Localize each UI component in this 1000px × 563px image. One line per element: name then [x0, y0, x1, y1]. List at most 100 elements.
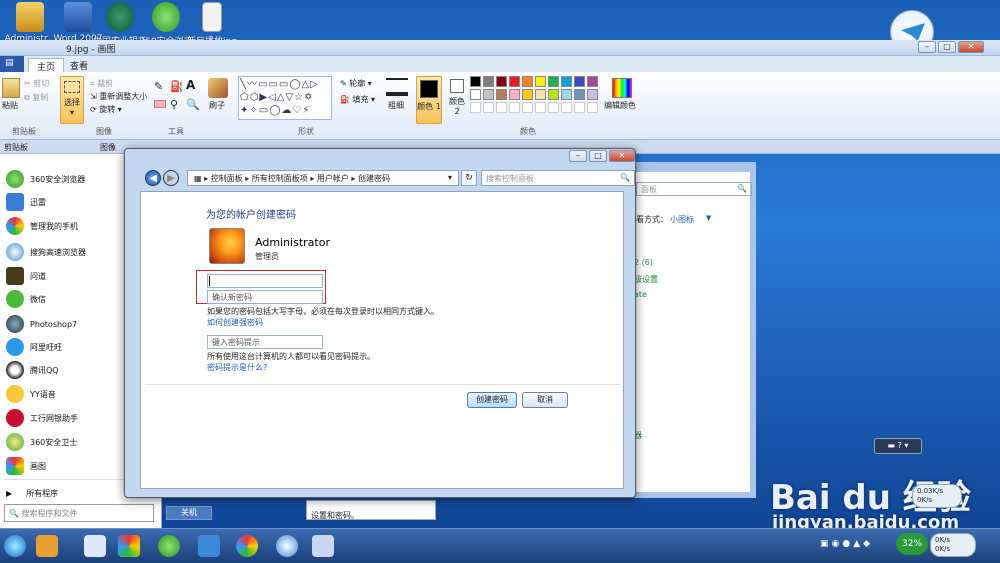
- list-icon[interactable]: [84, 535, 106, 557]
- empty-color-slot[interactable]: [509, 102, 520, 113]
- color-swatch[interactable]: [470, 89, 481, 100]
- color-swatch[interactable]: [535, 89, 546, 100]
- edit-colors-icon[interactable]: [612, 78, 632, 98]
- tray-icons[interactable]: ▣◉●▲◆: [820, 539, 890, 553]
- breadcrumb-create-password[interactable]: 创建密码: [358, 174, 390, 183]
- floating-toolbar[interactable]: ▬ ? ▾: [874, 438, 922, 454]
- resize-button[interactable]: ⇲ 重新调整大小: [90, 91, 147, 102]
- create-password-button[interactable]: 创建密码: [467, 392, 517, 408]
- color-swatch[interactable]: [574, 89, 585, 100]
- close-button[interactable]: ✕: [609, 150, 635, 162]
- close-button[interactable]: ✕: [958, 41, 984, 53]
- color-picker-icon[interactable]: ⚲: [170, 98, 178, 111]
- strong-password-link[interactable]: 如何创建强密码: [207, 317, 263, 328]
- color-swatch[interactable]: [483, 89, 494, 100]
- new-password-field[interactable]: [207, 274, 323, 288]
- fill-icon[interactable]: ⛽: [170, 80, 184, 93]
- outline-button[interactable]: ✎ 轮廓 ▾: [340, 78, 372, 89]
- net-percent-badge[interactable]: 32%: [896, 533, 928, 555]
- net-speed-tray[interactable]: 0K/s 0K/s: [930, 533, 976, 557]
- color2-button[interactable]: 颜色 2: [446, 76, 468, 124]
- start-orb-icon[interactable]: [4, 535, 26, 557]
- color-swatch[interactable]: [483, 76, 494, 87]
- empty-color-slot[interactable]: [496, 102, 507, 113]
- color-swatch[interactable]: [522, 89, 533, 100]
- breadcrumb-user-accounts[interactable]: 用户帐户: [317, 174, 349, 183]
- sogou-icon[interactable]: [276, 535, 298, 557]
- color-swatch[interactable]: [496, 89, 507, 100]
- paste-button[interactable]: 粘贴: [2, 100, 18, 111]
- password-hint-link[interactable]: 密码提示是什么?: [207, 362, 267, 373]
- size-button[interactable]: 粗细: [388, 100, 404, 111]
- file-menu-button[interactable]: ▤: [0, 56, 24, 72]
- maximize-button[interactable]: □: [938, 41, 956, 53]
- qq-pet-icon[interactable]: [36, 535, 58, 557]
- tab-view[interactable]: 查看: [62, 58, 96, 73]
- brush-icon[interactable]: [208, 78, 228, 98]
- empty-color-slot[interactable]: [522, 102, 533, 113]
- text-icon[interactable]: A: [186, 78, 195, 92]
- color1-button[interactable]: 颜色 1: [416, 76, 442, 124]
- start-search-input[interactable]: 🔍 搜索程序和文件: [4, 504, 154, 522]
- phone-manager-icon[interactable]: [236, 535, 258, 557]
- color-swatch[interactable]: [509, 76, 520, 87]
- fill-button[interactable]: ⛽ 填充 ▾: [340, 94, 375, 105]
- cancel-button[interactable]: 取消: [522, 392, 568, 408]
- control-panel-search-input[interactable]: 搜索控制面板 🔍: [481, 170, 635, 186]
- grid-icon[interactable]: [118, 535, 140, 557]
- empty-color-slot[interactable]: [470, 102, 481, 113]
- color-swatch[interactable]: [587, 89, 598, 100]
- select-button[interactable]: 选择 ▾: [60, 76, 84, 124]
- edit-colors-button[interactable]: 编辑颜色: [604, 100, 636, 111]
- color-swatch[interactable]: [548, 76, 559, 87]
- control-panel-icon[interactable]: [312, 535, 334, 557]
- empty-color-slot[interactable]: [535, 102, 546, 113]
- color-swatch[interactable]: [470, 76, 481, 87]
- color-swatch[interactable]: [535, 76, 546, 87]
- color-swatch[interactable]: [548, 89, 559, 100]
- empty-color-slot[interactable]: [574, 102, 585, 113]
- empty-color-slot[interactable]: [561, 102, 572, 113]
- color-swatch[interactable]: [587, 76, 598, 87]
- crop-button[interactable]: ⌗ 裁剪: [90, 78, 113, 89]
- bg-search-box[interactable]: 面板 🔍: [636, 182, 752, 196]
- chevron-down-icon[interactable]: ▾: [448, 173, 452, 182]
- breadcrumb-control-panel[interactable]: 控制面板: [211, 174, 243, 183]
- shutdown-button[interactable]: 关机: [166, 506, 212, 520]
- empty-color-slot[interactable]: [587, 102, 598, 113]
- magnifier-icon[interactable]: 🔍: [186, 98, 200, 111]
- copy-button[interactable]: ⧉ 复制: [24, 92, 48, 103]
- color-swatch[interactable]: [574, 76, 585, 87]
- maximize-button[interactable]: □: [589, 150, 607, 162]
- browser-icon[interactable]: [158, 535, 180, 557]
- rotate-button[interactable]: ⟳ 旋转 ▾: [90, 104, 122, 115]
- paste-icon[interactable]: [2, 78, 20, 98]
- view-by-dropdown[interactable]: 小图标: [670, 214, 694, 225]
- address-bar[interactable]: ▦ ▸ 控制面板 ▸ 所有控制面板项 ▸ 用户帐户 ▸ 创建密码 ▾: [187, 170, 459, 186]
- empty-color-slot[interactable]: [548, 102, 559, 113]
- color-swatch[interactable]: [509, 89, 520, 100]
- paint-tabs: ▤ 主页 查看: [0, 56, 1000, 74]
- color-swatch[interactable]: [561, 76, 572, 87]
- minimize-button[interactable]: –: [918, 41, 936, 53]
- password-hint-field[interactable]: 键入密码提示: [207, 335, 323, 349]
- empty-color-slot[interactable]: [483, 102, 494, 113]
- color-swatch[interactable]: [496, 76, 507, 87]
- size-icon[interactable]: [386, 78, 408, 96]
- back-arrow-icon[interactable]: ◀: [145, 170, 161, 186]
- forward-arrow-icon[interactable]: ▶: [163, 170, 179, 186]
- case-sensitivity-note: 如果您的密码包括大写字母，必须在每次登录时以相同方式键入。: [207, 307, 439, 316]
- cut-button[interactable]: ✂ 剪切: [24, 78, 49, 89]
- confirm-password-field[interactable]: 确认新密码: [207, 290, 323, 304]
- color-swatch[interactable]: [561, 89, 572, 100]
- pencil-icon[interactable]: ✎: [154, 80, 163, 93]
- bird-icon[interactable]: [198, 535, 220, 557]
- shapes-gallery[interactable]: ╲〰▭▭▭◯△▷ ⬠⬡▶◁△▽☆✡ ✦✧▭◯☁♡⚡: [238, 76, 332, 120]
- net-speed-widget[interactable]: 0.03K/s 0K/s: [912, 484, 962, 508]
- minimize-button[interactable]: –: [569, 150, 587, 162]
- eraser-icon[interactable]: [154, 100, 166, 108]
- refresh-button[interactable]: ↻: [461, 170, 477, 186]
- color-swatch[interactable]: [522, 76, 533, 87]
- brush-button[interactable]: 刷子: [209, 100, 225, 111]
- breadcrumb-all-items[interactable]: 所有控制面板项: [252, 174, 308, 183]
